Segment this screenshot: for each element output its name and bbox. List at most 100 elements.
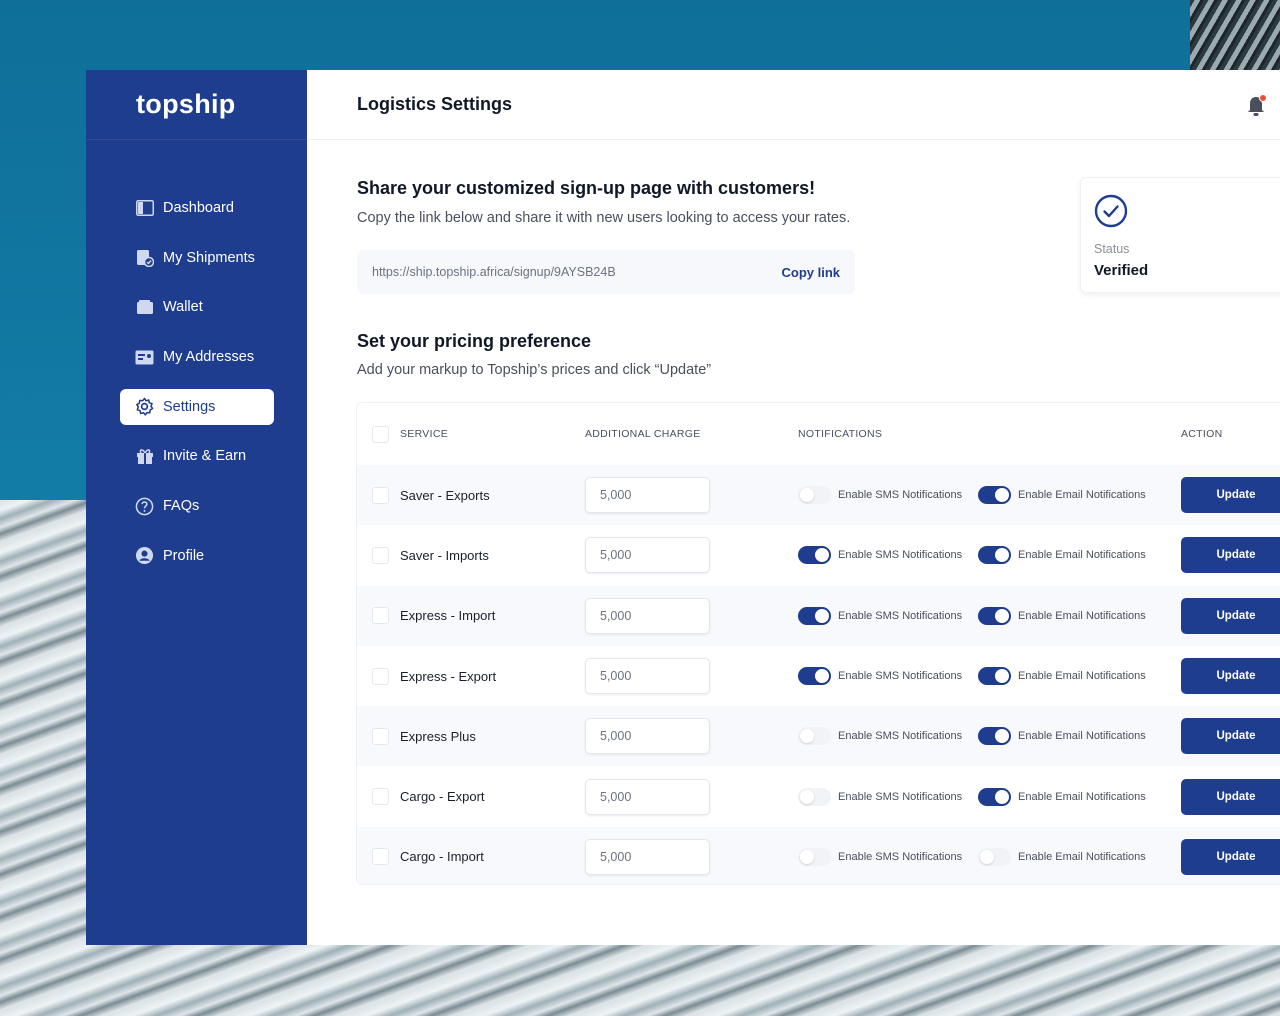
service-name: Express - Import [400, 608, 496, 624]
sms-toggle[interactable] [798, 787, 831, 806]
share-description: Copy the link below and share it with ne… [357, 210, 851, 226]
row-checkbox[interactable] [372, 667, 389, 685]
sidebar-item-label: Invite & Earn [163, 448, 247, 465]
copy-link-button[interactable]: Copy link [781, 265, 840, 280]
select-all-checkbox[interactable] [372, 425, 389, 443]
row-checkbox[interactable] [372, 486, 389, 504]
sidebar-item-faqs[interactable]: FAQs [120, 488, 274, 524]
share-title: Share your customized sign-up page with … [357, 178, 816, 198]
sms-toggle[interactable] [798, 486, 831, 505]
row-checkbox[interactable] [372, 607, 389, 625]
sms-toggle-group: Enable SMS Notifications [798, 486, 962, 505]
row-checkbox[interactable] [372, 848, 389, 866]
email-toggle-group: Enable Email Notifications [978, 606, 1146, 625]
update-button[interactable]: Update [1181, 597, 1280, 634]
sms-toggle[interactable] [798, 546, 831, 565]
sidebar-item-wallet[interactable]: Wallet [120, 289, 274, 325]
gift-icon [135, 447, 154, 466]
charge-cell [585, 778, 710, 815]
action-cell: Update [1181, 658, 1280, 695]
action-cell: Update [1181, 838, 1280, 875]
column-header-notifications: NOTIFICATIONS [798, 428, 883, 440]
row-checkbox[interactable] [372, 788, 389, 806]
sidebar-item-label: Wallet [163, 299, 203, 316]
additional-charge-input[interactable] [585, 838, 710, 875]
email-toggle[interactable] [978, 486, 1011, 505]
sms-toggle-label: Enable SMS Notifications [838, 730, 963, 743]
sidebar-item-profile[interactable]: Profile [120, 538, 274, 574]
table-row: Saver - Imports Enable SMS Notifications… [357, 525, 1280, 585]
charge-cell [585, 718, 710, 755]
column-header-service: SERVICE [400, 428, 449, 440]
row-checkbox[interactable] [372, 546, 389, 564]
sidebar-item-my-addresses[interactable]: My Addresses [120, 339, 274, 375]
update-button[interactable]: Update [1181, 658, 1280, 695]
additional-charge-input[interactable] [585, 477, 710, 514]
sidebar-item-invite-earn[interactable]: Invite & Earn [120, 438, 274, 474]
additional-charge-input[interactable] [585, 597, 710, 634]
sidebar-item-my-shipments[interactable]: My Shipments [120, 240, 274, 276]
table-row: Saver - Exports Enable SMS Notifications… [357, 465, 1280, 526]
additional-charge-input[interactable] [585, 718, 710, 755]
email-toggle[interactable] [978, 546, 1011, 565]
sms-toggle-group: Enable SMS Notifications [798, 667, 962, 686]
update-button[interactable]: Update [1181, 778, 1280, 815]
service-name: Saver - Imports [400, 547, 489, 563]
charge-cell [585, 658, 710, 695]
email-toggle[interactable] [978, 667, 1011, 686]
signup-link-url[interactable]: https://ship.topship.africa/signup/9AYSB… [372, 265, 616, 279]
table-row: Express - Export Enable SMS Notification… [357, 646, 1280, 706]
email-toggle-label: Enable Email Notifications [1018, 670, 1146, 683]
column-header-charge: ADDITIONAL CHARGE [585, 428, 701, 440]
service-name: Express Plus [400, 728, 476, 744]
sidebar-item-label: Settings [163, 398, 216, 415]
sms-toggle[interactable] [798, 727, 831, 746]
sms-toggle[interactable] [798, 847, 831, 866]
update-button[interactable]: Update [1181, 838, 1280, 875]
sms-toggle[interactable] [798, 667, 831, 686]
sidebar-item-dashboard[interactable]: Dashboard [120, 190, 274, 226]
notification-cell: Enable SMS Notifications Enable Email No… [798, 546, 1146, 565]
question-icon [135, 497, 154, 516]
notification-cell: Enable SMS Notifications Enable Email No… [798, 606, 1146, 625]
email-toggle-group: Enable Email Notifications [978, 727, 1146, 746]
email-toggle[interactable] [978, 787, 1011, 806]
update-button[interactable]: Update [1181, 477, 1280, 514]
additional-charge-input[interactable] [585, 537, 710, 574]
sidebar-item-label: Profile [163, 547, 205, 564]
background-architecture-top [1190, 0, 1280, 70]
charge-cell [585, 537, 710, 574]
brand-logo[interactable]: topship [86, 70, 307, 140]
additional-charge-input[interactable] [585, 658, 710, 695]
notification-cell: Enable SMS Notifications Enable Email No… [798, 847, 1146, 866]
email-toggle-label: Enable Email Notifications [1018, 730, 1146, 743]
status-card: Status Verified [1080, 177, 1280, 293]
pricing-title: Set your pricing preference [357, 331, 592, 351]
charge-cell [585, 597, 710, 634]
sms-toggle[interactable] [798, 606, 831, 625]
sms-toggle-group: Enable SMS Notifications [798, 787, 962, 806]
bell-icon[interactable] [1246, 94, 1268, 118]
top-bar: Logistics Settings [307, 70, 1280, 140]
table-header: SERVICE ADDITIONAL CHARGE NOTIFICATIONS … [357, 403, 1280, 465]
sidebar-item-settings[interactable]: Settings [120, 388, 274, 425]
sms-toggle-label: Enable SMS Notifications [838, 850, 963, 863]
wallet-icon [135, 298, 154, 317]
email-toggle-label: Enable Email Notifications [1018, 790, 1146, 803]
table-row: Cargo - Export Enable SMS Notifications … [357, 766, 1280, 826]
column-header-action: ACTION [1181, 428, 1223, 440]
email-toggle-group: Enable Email Notifications [978, 787, 1146, 806]
email-toggle[interactable] [978, 727, 1011, 746]
additional-charge-input[interactable] [585, 778, 710, 815]
row-checkbox[interactable] [372, 727, 389, 745]
update-button[interactable]: Update [1181, 537, 1280, 574]
signup-link-box: https://ship.topship.africa/signup/9AYSB… [357, 250, 855, 294]
sidebar: topship Dashboard My Shipments Wallet My… [86, 70, 307, 945]
table-row: Express - Import Enable SMS Notification… [357, 585, 1280, 646]
email-toggle[interactable] [978, 847, 1011, 866]
service-name: Express - Export [400, 668, 497, 684]
email-toggle-group: Enable Email Notifications [978, 667, 1146, 686]
update-button[interactable]: Update [1181, 718, 1280, 755]
action-cell: Update [1181, 477, 1280, 514]
email-toggle[interactable] [978, 606, 1011, 625]
